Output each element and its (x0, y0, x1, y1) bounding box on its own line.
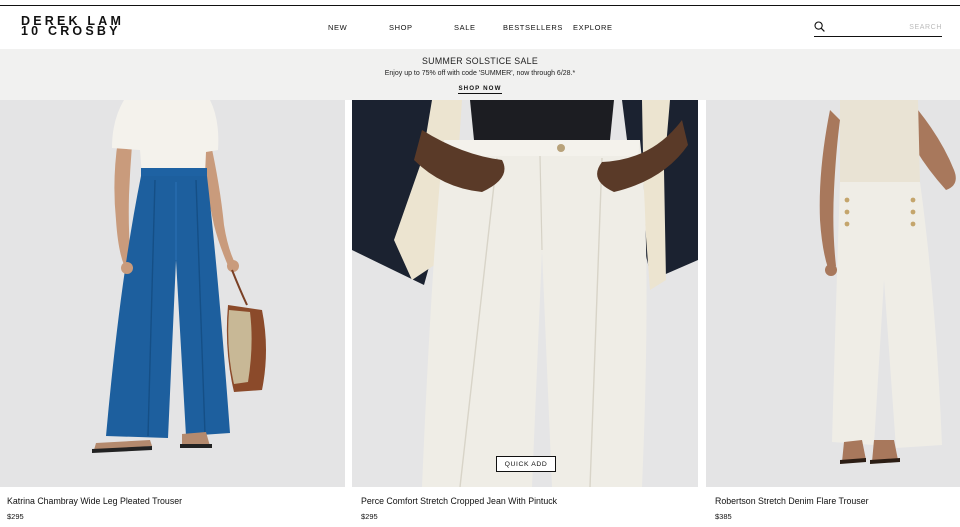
product-swatches (7, 523, 29, 527)
product-card: QUICK ADD Perce Comfort Stretch Cropped … (352, 100, 698, 527)
nav-item-new[interactable]: NEW (328, 23, 347, 32)
product-image-white-flare-trouser[interactable] (706, 100, 960, 487)
search-icon[interactable] (814, 21, 825, 32)
product-name[interactable]: Katrina Chambray Wide Leg Pleated Trouse… (7, 496, 182, 506)
promo-cta-wrapper: SHOP NOW (0, 85, 960, 94)
search-input[interactable] (830, 21, 942, 34)
product-card: Robertson Stretch Denim Flare Trouser $3… (706, 100, 960, 527)
nav-item-shop[interactable]: SHOP (389, 23, 413, 32)
product-card: Katrina Chambray Wide Leg Pleated Trouse… (0, 100, 345, 527)
product-grid: Katrina Chambray Wide Leg Pleated Trouse… (0, 100, 960, 527)
promo-banner: SUMMER SOLSTICE SALE Enjoy up to 75% off… (0, 49, 960, 100)
product-image-white-cropped-jean[interactable] (352, 100, 698, 487)
product-price: $295 (361, 512, 378, 521)
product-swatches (715, 523, 737, 527)
product-swatches (361, 523, 383, 527)
product-name[interactable]: Perce Comfort Stretch Cropped Jean With … (361, 496, 557, 506)
site-header: DEREK LAM 10 CROSBY NEW SHOP SALE BESTSE… (0, 6, 960, 49)
nav-item-bestsellers[interactable]: BESTSELLERS (503, 23, 563, 32)
quick-add-button[interactable]: QUICK ADD (496, 456, 556, 472)
nav-item-sale[interactable]: SALE (454, 23, 476, 32)
product-image-blue-wide-leg-trouser[interactable] (0, 100, 345, 487)
shop-now-link[interactable]: SHOP NOW (458, 85, 502, 94)
search-bar (814, 20, 942, 37)
nav-item-explore[interactable]: EXPLORE (573, 23, 613, 32)
promo-title: SUMMER SOLSTICE SALE (422, 56, 538, 66)
promo-subtitle: Enjoy up to 75% off with code 'SUMMER', … (384, 70, 576, 77)
product-price: $295 (7, 512, 24, 521)
product-name[interactable]: Robertson Stretch Denim Flare Trouser (715, 496, 869, 506)
product-price: $385 (715, 512, 732, 521)
